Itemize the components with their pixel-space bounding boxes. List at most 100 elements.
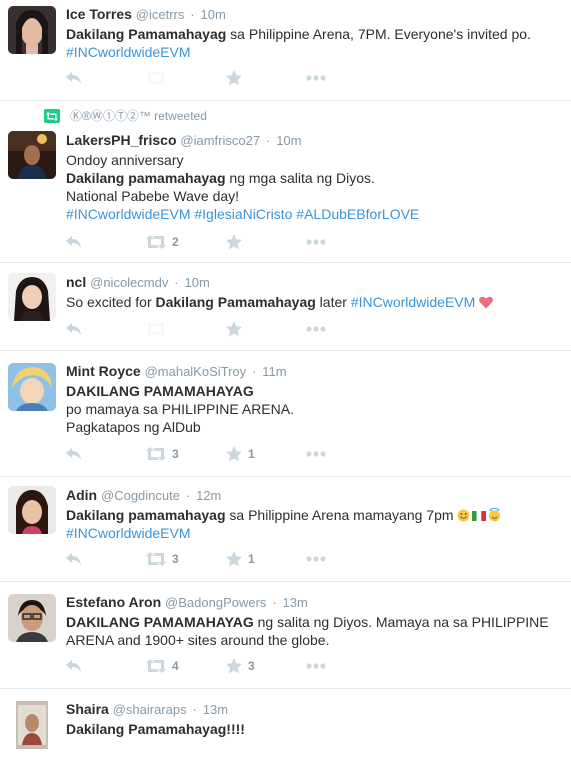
tweet-item[interactable]: Ice Torres @icetrrs · 10m Dakilang Pamam… bbox=[0, 0, 571, 101]
tweet-actions: 3 1 bbox=[66, 446, 366, 462]
reply-icon bbox=[66, 72, 81, 84]
more-icon bbox=[306, 75, 326, 81]
retweet-count: 2 bbox=[172, 235, 179, 249]
separator: · bbox=[272, 595, 277, 610]
like-button[interactable] bbox=[226, 321, 242, 337]
more-button[interactable] bbox=[306, 234, 326, 250]
author-name[interactable]: ncl bbox=[66, 274, 86, 290]
tweet-line: National Pabebe Wave day! bbox=[66, 188, 240, 204]
reply-button[interactable] bbox=[66, 321, 82, 337]
avatar[interactable] bbox=[8, 6, 56, 54]
retweet-icon bbox=[146, 552, 166, 566]
more-icon bbox=[306, 239, 326, 245]
avatar[interactable] bbox=[8, 486, 56, 534]
tweet-text: DAKILANG PAMAMAHAYAG po mamaya sa PHILIP… bbox=[66, 382, 561, 436]
avatar[interactable] bbox=[8, 363, 56, 411]
author-handle[interactable]: @icetrrs bbox=[136, 7, 185, 22]
author-name[interactable]: Adin bbox=[66, 487, 97, 503]
like-button[interactable]: 1 bbox=[226, 551, 255, 567]
reply-icon bbox=[66, 660, 81, 672]
more-icon bbox=[306, 556, 326, 562]
retweet-button[interactable]: 2 bbox=[146, 234, 179, 250]
smile-emoji-icon bbox=[457, 509, 470, 522]
author-name[interactable]: Ice Torres bbox=[66, 6, 132, 22]
author-handle[interactable]: @BadongPowers bbox=[165, 595, 266, 610]
retweet-icon bbox=[146, 322, 166, 336]
author-name[interactable]: Estefano Aron bbox=[66, 594, 161, 610]
author-handle[interactable]: @nicolecmdv bbox=[90, 275, 168, 290]
retweet-count: 3 bbox=[172, 447, 179, 461]
retweet-icon bbox=[146, 71, 166, 85]
italy-flag-emoji-icon bbox=[472, 511, 487, 521]
timestamp[interactable]: 13m bbox=[203, 702, 228, 717]
author-name[interactable]: LakersPH_frisco bbox=[66, 132, 177, 148]
timestamp[interactable]: 11m bbox=[262, 364, 286, 379]
more-button[interactable] bbox=[306, 70, 326, 86]
timestamp[interactable]: 13m bbox=[283, 595, 308, 610]
star-icon bbox=[226, 551, 242, 567]
timestamp[interactable]: 12m bbox=[196, 488, 221, 503]
tweet-item[interactable]: Estefano Aron @BadongPowers · 13m DAKILA… bbox=[0, 582, 571, 689]
more-icon bbox=[306, 451, 326, 457]
like-count: 3 bbox=[248, 659, 255, 673]
avatar[interactable] bbox=[8, 131, 56, 179]
retweet-button[interactable]: 3 bbox=[146, 551, 179, 567]
tweet-item[interactable]: ncl @nicolecmdv · 10m So excited for Dak… bbox=[0, 263, 571, 351]
tweet-line: ARENA and 1900+ sites around the globe. bbox=[66, 632, 330, 648]
more-button[interactable] bbox=[306, 658, 326, 674]
tweet-item[interactable]: Ⓚ®Ⓦ①Ⓣ②™ retweeted LakersPH_frisco @iamfr… bbox=[0, 101, 571, 263]
author-name[interactable]: Shaira bbox=[66, 701, 109, 717]
tweet-bold-text: Dakilang Pamamahayag bbox=[155, 294, 316, 310]
like-button[interactable]: 1 bbox=[226, 446, 255, 462]
hashtag-link[interactable]: #INCworldwideEVM bbox=[66, 44, 190, 60]
more-button[interactable] bbox=[306, 321, 326, 337]
timestamp[interactable]: 10m bbox=[201, 7, 226, 22]
tweet-text-rest: later bbox=[315, 294, 351, 310]
author-name[interactable]: Mint Royce bbox=[66, 363, 141, 379]
more-button[interactable] bbox=[306, 551, 326, 567]
like-button[interactable] bbox=[226, 70, 242, 86]
tweet-line: Ondoy anniversary bbox=[66, 152, 184, 168]
like-button[interactable]: 3 bbox=[226, 658, 255, 674]
hashtag-link[interactable]: #INCworldwideEVM bbox=[66, 525, 190, 541]
tweet-actions: 4 3 bbox=[66, 658, 366, 674]
separator: · bbox=[174, 275, 179, 290]
author-handle[interactable]: @Cogdincute bbox=[101, 488, 180, 503]
avatar[interactable] bbox=[8, 594, 56, 642]
timestamp[interactable]: 10m bbox=[276, 133, 301, 148]
separator: · bbox=[192, 702, 197, 717]
reply-button[interactable] bbox=[66, 658, 82, 674]
tweet-text-rest: ng salita ng Diyos. Mamaya na sa PHILIPP… bbox=[253, 614, 549, 630]
more-button[interactable] bbox=[306, 446, 326, 462]
tweet-bold-text: Dakilang Pamamahayag!!!! bbox=[66, 721, 245, 737]
tweet-bold-text: Dakilang Pamamahayag bbox=[66, 26, 227, 42]
tweet-item[interactable]: Mint Royce @mahalKoSiTroy · 11m DAKILANG… bbox=[0, 351, 571, 477]
reply-button[interactable] bbox=[66, 446, 82, 462]
retweet-button[interactable]: 4 bbox=[146, 658, 179, 674]
avatar[interactable] bbox=[8, 273, 56, 321]
avatar[interactable] bbox=[16, 701, 48, 749]
tweet-item[interactable]: Shaira @shairaraps · 13m Dakilang Pamama… bbox=[0, 689, 571, 766]
hashtag-link[interactable]: #INCworldwideEVM #IglesiaNiCristo #ALDub… bbox=[66, 206, 419, 222]
tweet-text: So excited for Dakilang Pamamahayag late… bbox=[66, 293, 561, 311]
retweeted-by[interactable]: Ⓚ®Ⓦ①Ⓣ②™ retweeted bbox=[70, 108, 207, 124]
hashtag-link[interactable]: #INCworldwideEVM bbox=[351, 294, 475, 310]
retweeted-context: Ⓚ®Ⓦ①Ⓣ②™ retweeted bbox=[44, 108, 207, 124]
author-handle[interactable]: @shairaraps bbox=[113, 702, 187, 717]
retweet-button[interactable] bbox=[146, 70, 166, 86]
reply-button[interactable] bbox=[66, 234, 82, 250]
star-icon bbox=[226, 446, 242, 462]
like-button[interactable] bbox=[226, 234, 242, 250]
reply-button[interactable] bbox=[66, 551, 82, 567]
halo-emoji-icon bbox=[489, 508, 501, 522]
tweet-bold-text: Dakilang pamamahayag bbox=[66, 507, 226, 523]
reply-button[interactable] bbox=[66, 70, 82, 86]
retweet-button[interactable]: 3 bbox=[146, 446, 179, 462]
author-handle[interactable]: @mahalKoSiTroy bbox=[145, 364, 247, 379]
star-icon bbox=[226, 70, 242, 86]
tweet-item[interactable]: Adin @Cogdincute · 12m Dakilang pamamaha… bbox=[0, 477, 571, 582]
author-handle[interactable]: @iamfrisco27 bbox=[180, 133, 260, 148]
timestamp[interactable]: 10m bbox=[184, 275, 209, 290]
more-icon bbox=[306, 326, 326, 332]
retweet-button[interactable] bbox=[146, 321, 166, 337]
